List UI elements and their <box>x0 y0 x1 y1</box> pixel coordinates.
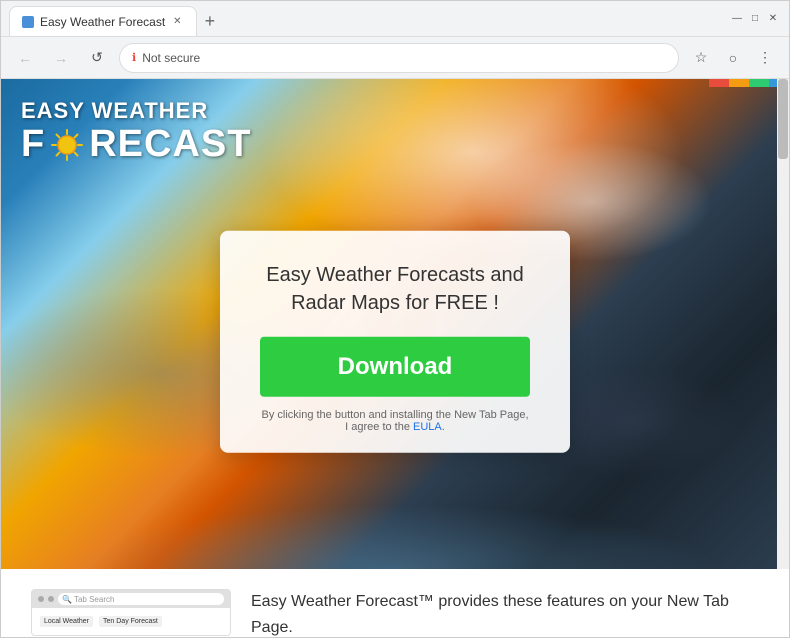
new-tab-button[interactable]: + <box>197 7 224 36</box>
below-description: Easy Weather Forecast™ provides these fe… <box>251 589 759 637</box>
tab-favicon <box>22 16 34 28</box>
window-controls: — □ ✕ <box>729 11 781 27</box>
maximize-button[interactable]: □ <box>747 11 763 27</box>
eula-post-text: . <box>442 421 445 433</box>
eula-text: By clicking the button and installing th… <box>260 409 530 433</box>
account-button[interactable]: ○ <box>719 44 747 72</box>
forward-button[interactable]: → <box>47 44 75 72</box>
address-bar[interactable]: ℹ Not secure <box>119 43 679 73</box>
download-button[interactable]: Download <box>260 337 530 397</box>
logo-recast-text: RECAST <box>89 123 251 166</box>
logo: Easy Weather F <box>21 99 251 166</box>
scrollbar[interactable] <box>777 79 789 569</box>
logo-sun-icon <box>49 127 85 163</box>
close-button[interactable]: ✕ <box>765 11 781 27</box>
preview-body: Local Weather Ten Day Forecast <box>32 608 230 635</box>
tab-close-button[interactable]: ✕ <box>171 14 183 29</box>
eula-pre-text: By clicking the button and installing th… <box>261 409 528 433</box>
address-text: Not secure <box>142 51 200 65</box>
below-fold-section: 🔍 Tab Search Local Weather Ten Day Forec… <box>1 569 789 637</box>
browser-preview: 🔍 Tab Search Local Weather Ten Day Forec… <box>31 589 231 636</box>
preview-search: 🔍 Tab Search <box>58 593 224 605</box>
security-icon: ℹ <box>132 51 136 64</box>
tab-title: Easy Weather Forecast <box>40 15 165 29</box>
tab-area: Easy Weather Forecast ✕ + <box>9 1 725 36</box>
nav-actions: ☆ ○ ⋮ <box>687 44 779 72</box>
preview-dot-1 <box>38 596 44 602</box>
bookmark-button[interactable]: ☆ <box>687 44 715 72</box>
scroll-thumb[interactable] <box>778 79 788 159</box>
hero-section: 411 Easy Weather F <box>1 79 789 569</box>
color-block-green <box>749 79 769 87</box>
menu-button[interactable]: ⋮ <box>751 44 779 72</box>
download-card: Easy Weather Forecasts and Radar Maps fo… <box>220 231 570 453</box>
browser-window: Easy Weather Forecast ✕ + — □ ✕ ← → ↺ ℹ … <box>0 0 790 638</box>
back-button[interactable]: ← <box>11 44 39 72</box>
logo-text-top: Easy Weather <box>21 99 251 123</box>
preview-search-text: Tab Search <box>74 595 114 604</box>
page-content: 411 Easy Weather F <box>1 79 789 637</box>
nav-bar: ← → ↺ ℹ Not secure ☆ ○ ⋮ <box>1 37 789 79</box>
eula-link[interactable]: EULA <box>413 421 442 433</box>
logo-text-bottom: F <box>21 123 251 166</box>
browser-tab[interactable]: Easy Weather Forecast ✕ <box>9 6 197 36</box>
preview-nav-local: Local Weather <box>40 616 93 627</box>
card-headline: Easy Weather Forecasts and Radar Maps fo… <box>260 261 530 317</box>
minimize-button[interactable]: — <box>729 11 745 27</box>
refresh-button[interactable]: ↺ <box>83 44 111 72</box>
title-bar: Easy Weather Forecast ✕ + — □ ✕ <box>1 1 789 37</box>
preview-dot-2 <box>48 596 54 602</box>
color-block-yellow <box>729 79 749 87</box>
preview-nav-tenday: Ten Day Forecast <box>99 616 162 627</box>
color-block-red <box>709 79 729 87</box>
logo-f-letter: F <box>21 123 45 166</box>
preview-bar: 🔍 Tab Search <box>32 590 230 608</box>
